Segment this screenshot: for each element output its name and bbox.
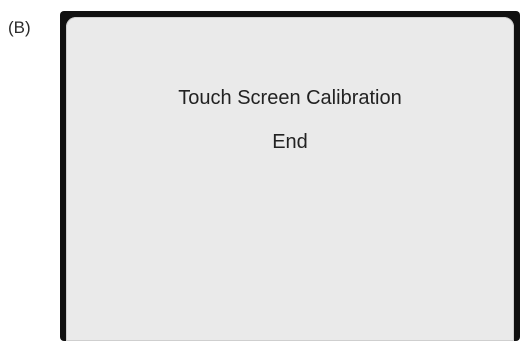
calibration-status: End (272, 131, 308, 153)
figure-label: (B) (8, 18, 31, 37)
touch-screen-bezel: Touch Screen Calibration End (60, 11, 520, 341)
calibration-screen[interactable]: Touch Screen Calibration End (66, 17, 514, 341)
calibration-title: Touch Screen Calibration (178, 87, 402, 109)
